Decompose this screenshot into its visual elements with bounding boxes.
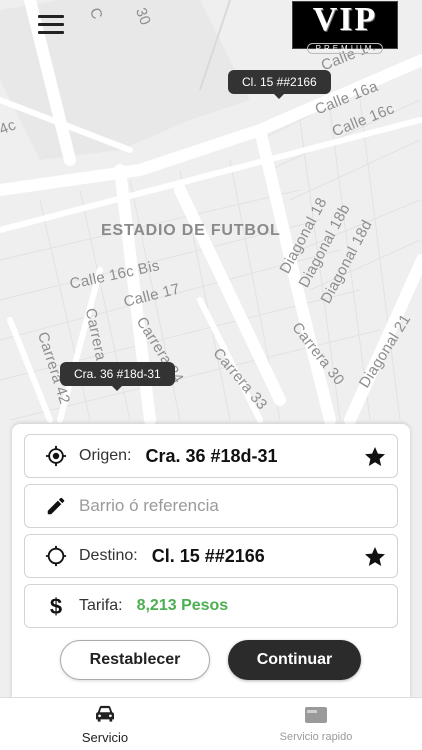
pencil-icon (45, 495, 67, 517)
origin-favorite-star-icon[interactable] (363, 445, 387, 469)
trip-form-panel: Origen: Cra. 36 #18d-31 Barrio ó referen… (12, 424, 410, 700)
nav-tab-servicio-rapido[interactable]: Servicio rapido (266, 698, 366, 750)
fare-field: $ Tarifa: 8,213 Pesos (24, 584, 398, 628)
gps-target-icon (45, 445, 67, 467)
logo-sub: PREMIUM (306, 43, 384, 54)
nav-label-servicio: Servicio (81, 729, 129, 745)
nav-tab-servicio[interactable]: Servicio (60, 698, 150, 750)
destination-marker-tooltip[interactable]: Cl. 15 ##2166 (228, 70, 331, 99)
logo-main: VIP (312, 1, 378, 38)
nav-label-servicio-rapido: Servicio rapido (279, 731, 353, 743)
vip-premium-logo: VIP PREMIUM (292, 1, 398, 54)
reference-input[interactable]: Barrio ó referencia (79, 496, 219, 516)
svg-text:$: $ (50, 594, 62, 618)
origin-marker-tooltip[interactable]: Cra. 36 #18d-31 (60, 362, 175, 391)
destination-value: Cl. 15 ##2166 (151, 545, 265, 566)
card-icon (304, 706, 328, 729)
destination-label: Destino: (79, 547, 138, 564)
destination-field[interactable]: Destino: Cl. 15 ##2166 (24, 534, 398, 578)
crosshair-icon (45, 545, 67, 567)
origin-value: Cra. 36 #18d-31 (145, 445, 278, 466)
reference-field[interactable]: Barrio ó referencia (24, 484, 398, 528)
car-icon (94, 705, 116, 728)
dollar-icon: $ (45, 594, 67, 618)
fare-value: 8,213 Pesos (136, 597, 229, 614)
hamburger-menu-icon[interactable] (38, 15, 64, 35)
destination-favorite-star-icon[interactable] (363, 545, 387, 569)
map-label-estadio: ESTADIO DE FUTBOL (101, 222, 281, 239)
continue-button[interactable]: Continuar (228, 640, 361, 680)
origin-label: Origen: (79, 447, 132, 464)
fare-label: Tarifa: (79, 597, 123, 614)
origin-field[interactable]: Origen: Cra. 36 #18d-31 (24, 434, 398, 478)
bottom-navigation: Servicio Servicio rapido (0, 697, 422, 750)
reset-button[interactable]: Restablecer (60, 640, 210, 680)
